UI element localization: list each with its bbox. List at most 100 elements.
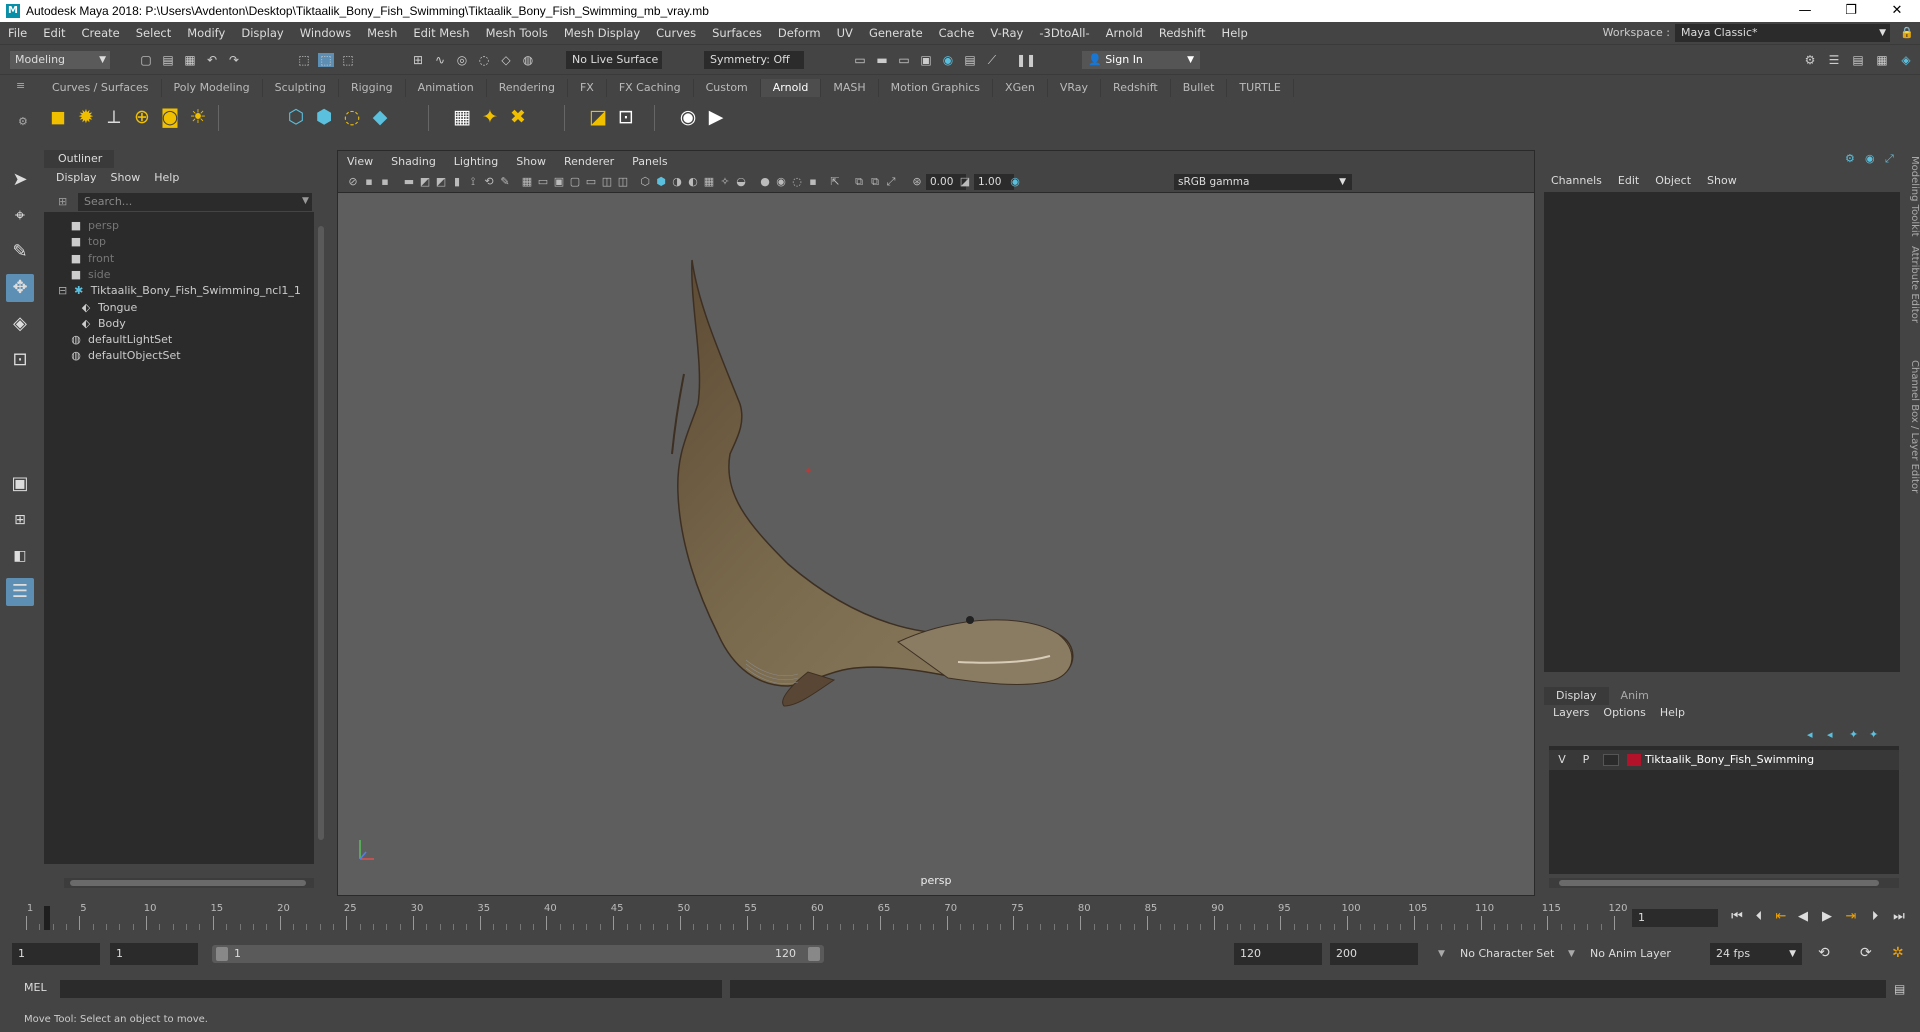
vray-ipr-icon[interactable]: ⟋ (984, 53, 1000, 67)
area-light-icon[interactable]: ◼ (44, 103, 72, 131)
new-layer-icon[interactable]: ✦ (1849, 728, 1858, 741)
wireframe-on-shaded-icon[interactable]: ⬡ (638, 174, 652, 190)
render-settings-icon[interactable]: ▣ (918, 53, 934, 67)
menu-item[interactable]: V-Ray (982, 26, 1031, 40)
motion-blur-icon[interactable]: ◒ (734, 174, 748, 190)
minimize-button[interactable]: — (1782, 0, 1828, 22)
outliner-menu-item[interactable]: Display (56, 171, 97, 184)
chevron-down-icon[interactable]: ▼ (302, 196, 309, 206)
range-start-handle[interactable] (216, 947, 228, 961)
tiktaalik-fish-model[interactable] (671, 259, 1074, 707)
tx-manager-icon[interactable]: ✦ (476, 103, 504, 131)
snapshot-icon[interactable]: ⤢ (884, 174, 898, 190)
scroll-thumb[interactable] (318, 226, 324, 840)
shelf-settings-icon[interactable]: ⚙ (18, 115, 28, 128)
mesh-light-icon[interactable]: ✹ (72, 103, 100, 131)
depth-of-field-icon[interactable]: ◉ (774, 174, 788, 190)
hypershade-icon[interactable]: ◉ (940, 53, 956, 67)
shelf-menu-icon[interactable]: ≡ (16, 79, 25, 92)
side-tab[interactable]: Modeling Toolkit (1905, 156, 1920, 237)
wireframe-icon[interactable]: ◫ (600, 174, 614, 190)
move-layer-down-icon[interactable]: ◂ (1827, 728, 1833, 741)
time-slider-track[interactable]: 1 5 10 15 20 25 30 35 40 45 50 55 60 65 70 75 80 85 90 95 10… (20, 902, 1628, 930)
animation-preferences-icon[interactable]: ✲ (1892, 945, 1904, 961)
shelf-tab[interactable]: XGen (993, 79, 1048, 97)
viewport-menu-item[interactable]: View (338, 155, 382, 168)
viewport-menu-item[interactable]: Show (507, 155, 555, 168)
layer-editor-tab[interactable]: Display (1544, 687, 1609, 705)
symmetry-field[interactable]: Symmetry: Off (704, 51, 804, 69)
layer-editor-icon[interactable]: ◈ (1898, 53, 1914, 67)
step-forward-key-icon[interactable]: ⇥ (1842, 908, 1860, 926)
textured-icon[interactable]: ⬢ (654, 174, 668, 190)
color-space-select[interactable]: sRGB gamma ▼ (1174, 174, 1352, 190)
menu-item[interactable]: Help (1214, 26, 1256, 40)
smooth-shade-icon[interactable]: ◫ (616, 174, 630, 190)
play-backwards-icon[interactable]: ◀ (1794, 908, 1812, 926)
exposure-icon[interactable]: ⊛ (910, 174, 924, 190)
render-view-checker-icon[interactable]: ▦ (448, 103, 476, 131)
snap-grid-icon[interactable]: ⊞ (410, 53, 426, 67)
scroll-thumb[interactable] (70, 880, 306, 886)
rotate-tool-icon[interactable]: ◈ (6, 310, 34, 338)
menu-item[interactable]: Curves (648, 26, 704, 40)
anti-aliasing-icon[interactable]: ● (758, 174, 772, 190)
skydome-light-icon[interactable]: ⊕ (128, 103, 156, 131)
outliner-menu-item[interactable]: Show (111, 171, 141, 184)
menu-item[interactable]: -3DtoAll- (1031, 26, 1097, 40)
outliner-horizontal-scrollbar[interactable] (64, 878, 314, 888)
menu-item[interactable]: Surfaces (704, 26, 770, 40)
camera-attributes-icon[interactable]: ▪ (362, 174, 376, 190)
menu-item[interactable]: Redshift (1151, 26, 1214, 40)
outliner-item[interactable]: ◍ defaultObjectSet (68, 346, 180, 366)
select-by-object-icon[interactable]: ⬚ (318, 53, 334, 67)
pause-icon[interactable]: ❚❚ (1016, 53, 1036, 67)
shelf-tab[interactable]: Arnold (760, 79, 822, 97)
outliner-tab[interactable]: Outliner (44, 150, 114, 168)
go-to-start-icon[interactable]: ⏮ (1728, 908, 1746, 926)
ambient-occlusion-icon[interactable]: ✧ (718, 174, 732, 190)
maximize-button[interactable]: ❐ (1828, 0, 1874, 22)
menu-item[interactable]: UV (829, 26, 861, 40)
lasso-tool-icon[interactable]: ⌖ (6, 202, 34, 230)
layer-editor-menu-item[interactable]: Options (1603, 706, 1645, 719)
scroll-thumb[interactable] (1559, 880, 1879, 886)
shelf-tab[interactable]: Rigging (339, 79, 406, 97)
auto-key-icon[interactable]: ⟳ (1860, 945, 1872, 961)
attribute-editor-icon[interactable]: ☰ (1826, 53, 1842, 67)
move-tool-icon[interactable]: ✥ (6, 274, 34, 302)
outliner-menu-item[interactable]: Help (154, 171, 179, 184)
menu-item[interactable]: Edit (35, 26, 73, 40)
time-slider[interactable]: 1 5 10 15 20 25 30 35 40 45 50 55 60 65 70 75 80 85 90 95 10… (0, 900, 1920, 932)
channel-box-menu-item[interactable]: Show (1707, 174, 1737, 187)
lock-icon[interactable]: 🔒 (1900, 26, 1914, 40)
go-to-end-icon[interactable]: ⏭ (1890, 908, 1908, 926)
live-surface-field[interactable]: No Live Surface (566, 51, 662, 69)
menu-item[interactable]: Display (233, 26, 291, 40)
shelf-tab[interactable]: Sculpting (263, 79, 339, 97)
safe-title-icon[interactable]: ▭ (584, 174, 598, 190)
menu-item[interactable]: Edit Mesh (405, 26, 477, 40)
range-bar[interactable]: 1 120 (212, 945, 824, 963)
chevron-down-icon[interactable]: ▼ (1568, 949, 1575, 959)
play-render-icon[interactable]: ▶ (702, 103, 730, 131)
shelf-tab[interactable]: Poly Modeling (162, 79, 263, 97)
animation-start-field[interactable]: 1 (12, 943, 100, 965)
shelf-tab[interactable]: Rendering (487, 79, 568, 97)
command-input[interactable] (60, 980, 722, 998)
layer-visibility-toggle[interactable]: V (1553, 750, 1571, 770)
two-d-pan-zoom-icon[interactable]: ◩ (418, 174, 432, 190)
standin-icon[interactable]: ⬡ (282, 103, 310, 131)
xray-joints-icon[interactable]: ▪ (806, 174, 820, 190)
four-view-layout-icon[interactable]: ⊞ (6, 506, 34, 534)
scale-tool-icon[interactable]: ⊡ (6, 346, 34, 374)
step-forward-frame-icon[interactable]: ⏵ (1866, 908, 1884, 926)
redo-icon[interactable]: ↷ (226, 53, 242, 67)
image-plane-icon[interactable]: ▬ (402, 174, 416, 190)
menu-item[interactable]: Create (74, 26, 128, 40)
flush-caches-icon[interactable]: ✖ (504, 103, 532, 131)
render-frame-icon[interactable]: ▬ (874, 53, 890, 67)
range-end-handle[interactable] (808, 947, 820, 961)
lock-camera-icon[interactable]: ▮ (450, 174, 464, 190)
menu-set-select[interactable]: Modeling ▼ (10, 51, 110, 69)
